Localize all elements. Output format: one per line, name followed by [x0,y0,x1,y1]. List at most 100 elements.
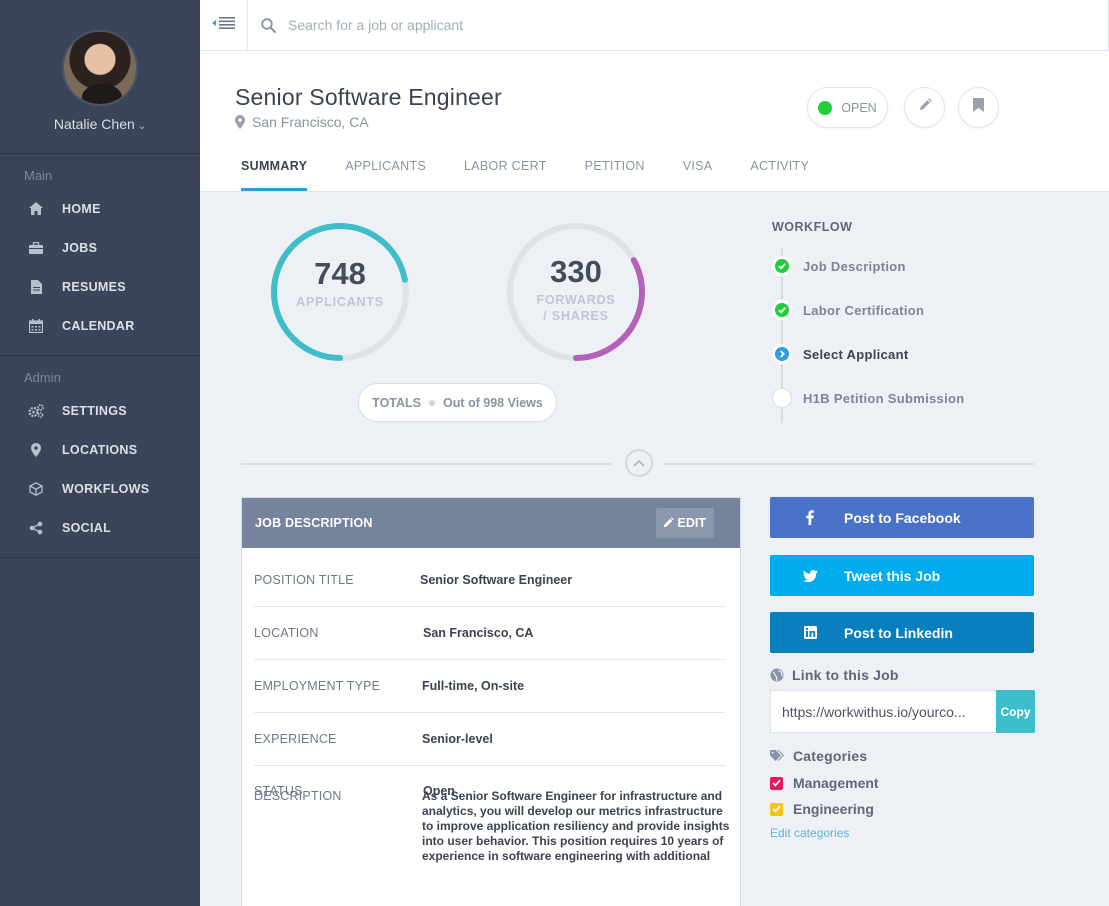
sidebar-item-locations[interactable]: LOCATIONS [0,430,200,469]
detail-key: POSITION TITLE [254,573,354,587]
sidebar-item-resumes[interactable]: RESUMES [0,267,200,306]
sidebar-item-label: CALENDAR [62,318,135,333]
pencil-icon [918,98,932,117]
edit-categories-link[interactable]: Edit categories [770,826,849,840]
totals-pill: TOTALS Out of 998 Views [358,383,557,422]
category-label: Management [793,775,879,791]
workflow-step-label: Labor Certification [803,302,925,318]
check-icon [772,300,792,320]
tags-icon [770,749,784,761]
status-toggle[interactable]: OPEN [807,87,888,128]
workflow-step-label: Select Applicant [803,346,909,362]
briefcase-icon [28,240,44,256]
status-label: OPEN [841,100,877,115]
separator-dot [429,399,436,406]
job-tabs: SUMMARY APPLICANTS LABOR CERT PETITION V… [241,159,847,191]
top-bar [200,0,1109,51]
sidebar-item-settings[interactable]: SETTINGS [0,391,200,430]
sidebar-item-label: LOCATIONS [62,442,138,457]
edit-description-button[interactable]: EDIT [655,508,714,538]
workflow-step[interactable]: Job Description [772,256,906,276]
job-description-panel: JOB DESCRIPTION EDIT POSITION TITLE Seni… [241,497,741,906]
workflow-step[interactable]: Labor Certification [772,300,924,320]
sidebar-item-social[interactable]: SOCIAL [0,508,200,547]
category-label: Engineering [793,801,874,817]
forwards-count: 330 [550,254,602,289]
summary-content: 748 APPLICANTS 330 FORWARDS / SHARES TOT… [200,192,1109,906]
nav-heading: Admin [24,370,61,385]
job-link-input[interactable] [770,690,996,733]
search-input[interactable] [288,17,888,33]
status-dot [818,100,833,115]
applicants-label: APPLICANTS [296,295,384,309]
sidebar: Natalie Chen ⌄ Main HOME JOBS RESUMES CAL… [0,0,200,906]
sidebar-item-jobs[interactable]: JOBS [0,228,200,267]
workflow-step-label: Job Description [803,258,906,274]
detail-key: LOCATION [254,626,319,640]
sidebar-item-label: SETTINGS [62,403,127,418]
category-item[interactable]: Engineering [770,801,874,817]
checkbox-checked-icon[interactable] [770,802,783,816]
workflow-title: WORKFLOW [772,220,853,234]
sidebar-item-workflows[interactable]: WORKFLOWS [0,469,200,508]
applicants-progress-ring [271,223,409,361]
bookmark-icon [973,98,984,117]
category-item[interactable]: Management [770,775,879,791]
user-profile[interactable]: Natalie Chen ⌄ [0,0,200,154]
workflow-step[interactable]: Select Applicant [772,344,908,364]
avatar[interactable] [62,30,138,106]
post-facebook-button[interactable]: Post to Facebook [770,497,1034,538]
totals-label: TOTALS [372,395,422,410]
share-label: Post to Facebook [844,509,961,526]
sidebar-item-label: HOME [62,201,101,216]
detail-key: EMPLOYMENT TYPE [254,679,381,693]
tab-petition[interactable]: PETITION [585,159,645,191]
user-menu[interactable]: Natalie Chen ⌄ [0,116,200,132]
post-linkedin-button[interactable]: Post to Linkedin [770,612,1034,653]
document-icon [28,279,44,295]
linkedin-icon [802,625,818,641]
tweet-job-button[interactable]: Tweet this Job [770,555,1034,596]
edit-job-button[interactable] [904,87,945,128]
bookmark-button[interactable] [958,87,999,128]
detail-row: EXPERIENCE Senior-level [254,713,726,766]
collapse-button[interactable] [625,449,653,477]
chevron-down-icon: ⌄ [137,121,147,132]
sidebar-item-calendar[interactable]: CALENDAR [0,306,200,345]
checkbox-checked-icon[interactable] [770,776,783,790]
search-icon [248,17,288,33]
tab-applicants[interactable]: APPLICANTS [345,159,426,191]
detail-key: EXPERIENCE [254,732,337,746]
share-label: Tweet this Job [844,567,941,584]
share-label: Post to Linkedin [844,624,953,641]
job-description-header: JOB DESCRIPTION EDIT [242,498,740,548]
sidebar-item-label: JOBS [62,240,98,255]
edit-label: EDIT [677,516,706,530]
pencil-icon [663,517,674,528]
sidebar-item-home[interactable]: HOME [0,189,200,228]
detail-row: EMPLOYMENT TYPE Full-time, On-site [254,660,726,713]
tab-visa[interactable]: VISA [683,159,713,191]
panel-title: JOB DESCRIPTION [255,516,373,530]
tab-labor-cert[interactable]: LABOR CERT [464,159,547,191]
copy-link-button[interactable]: Copy [996,690,1035,733]
sidebar-item-label: RESUMES [62,279,126,294]
detail-value: Senior-level [422,732,493,746]
twitter-icon [802,568,818,584]
menu-toggle-button[interactable] [200,0,248,50]
workflow-step[interactable]: H1B Petition Submission [772,388,964,408]
tab-activity[interactable]: ACTIVITY [750,159,809,191]
detail-key: DESCRIPTION [254,789,342,803]
calendar-icon [28,318,44,334]
job-location-text: San Francisco, CA [252,114,369,130]
user-name: Natalie Chen [53,116,135,132]
detail-row: LOCATION San Francisco, CA [254,607,726,660]
detail-row: POSITION TITLE Senior Software Engineer [254,548,726,607]
tab-summary[interactable]: SUMMARY [241,159,308,191]
map-pin-icon [28,442,44,458]
forwards-label-1: FORWARDS [536,293,616,307]
detail-description: As a Senior Software Engineer for infras… [422,789,730,863]
detail-value: Senior Software Engineer [420,573,573,587]
detail-value: Full-time, On-site [422,679,525,693]
sidebar-item-label: SOCIAL [62,520,112,535]
